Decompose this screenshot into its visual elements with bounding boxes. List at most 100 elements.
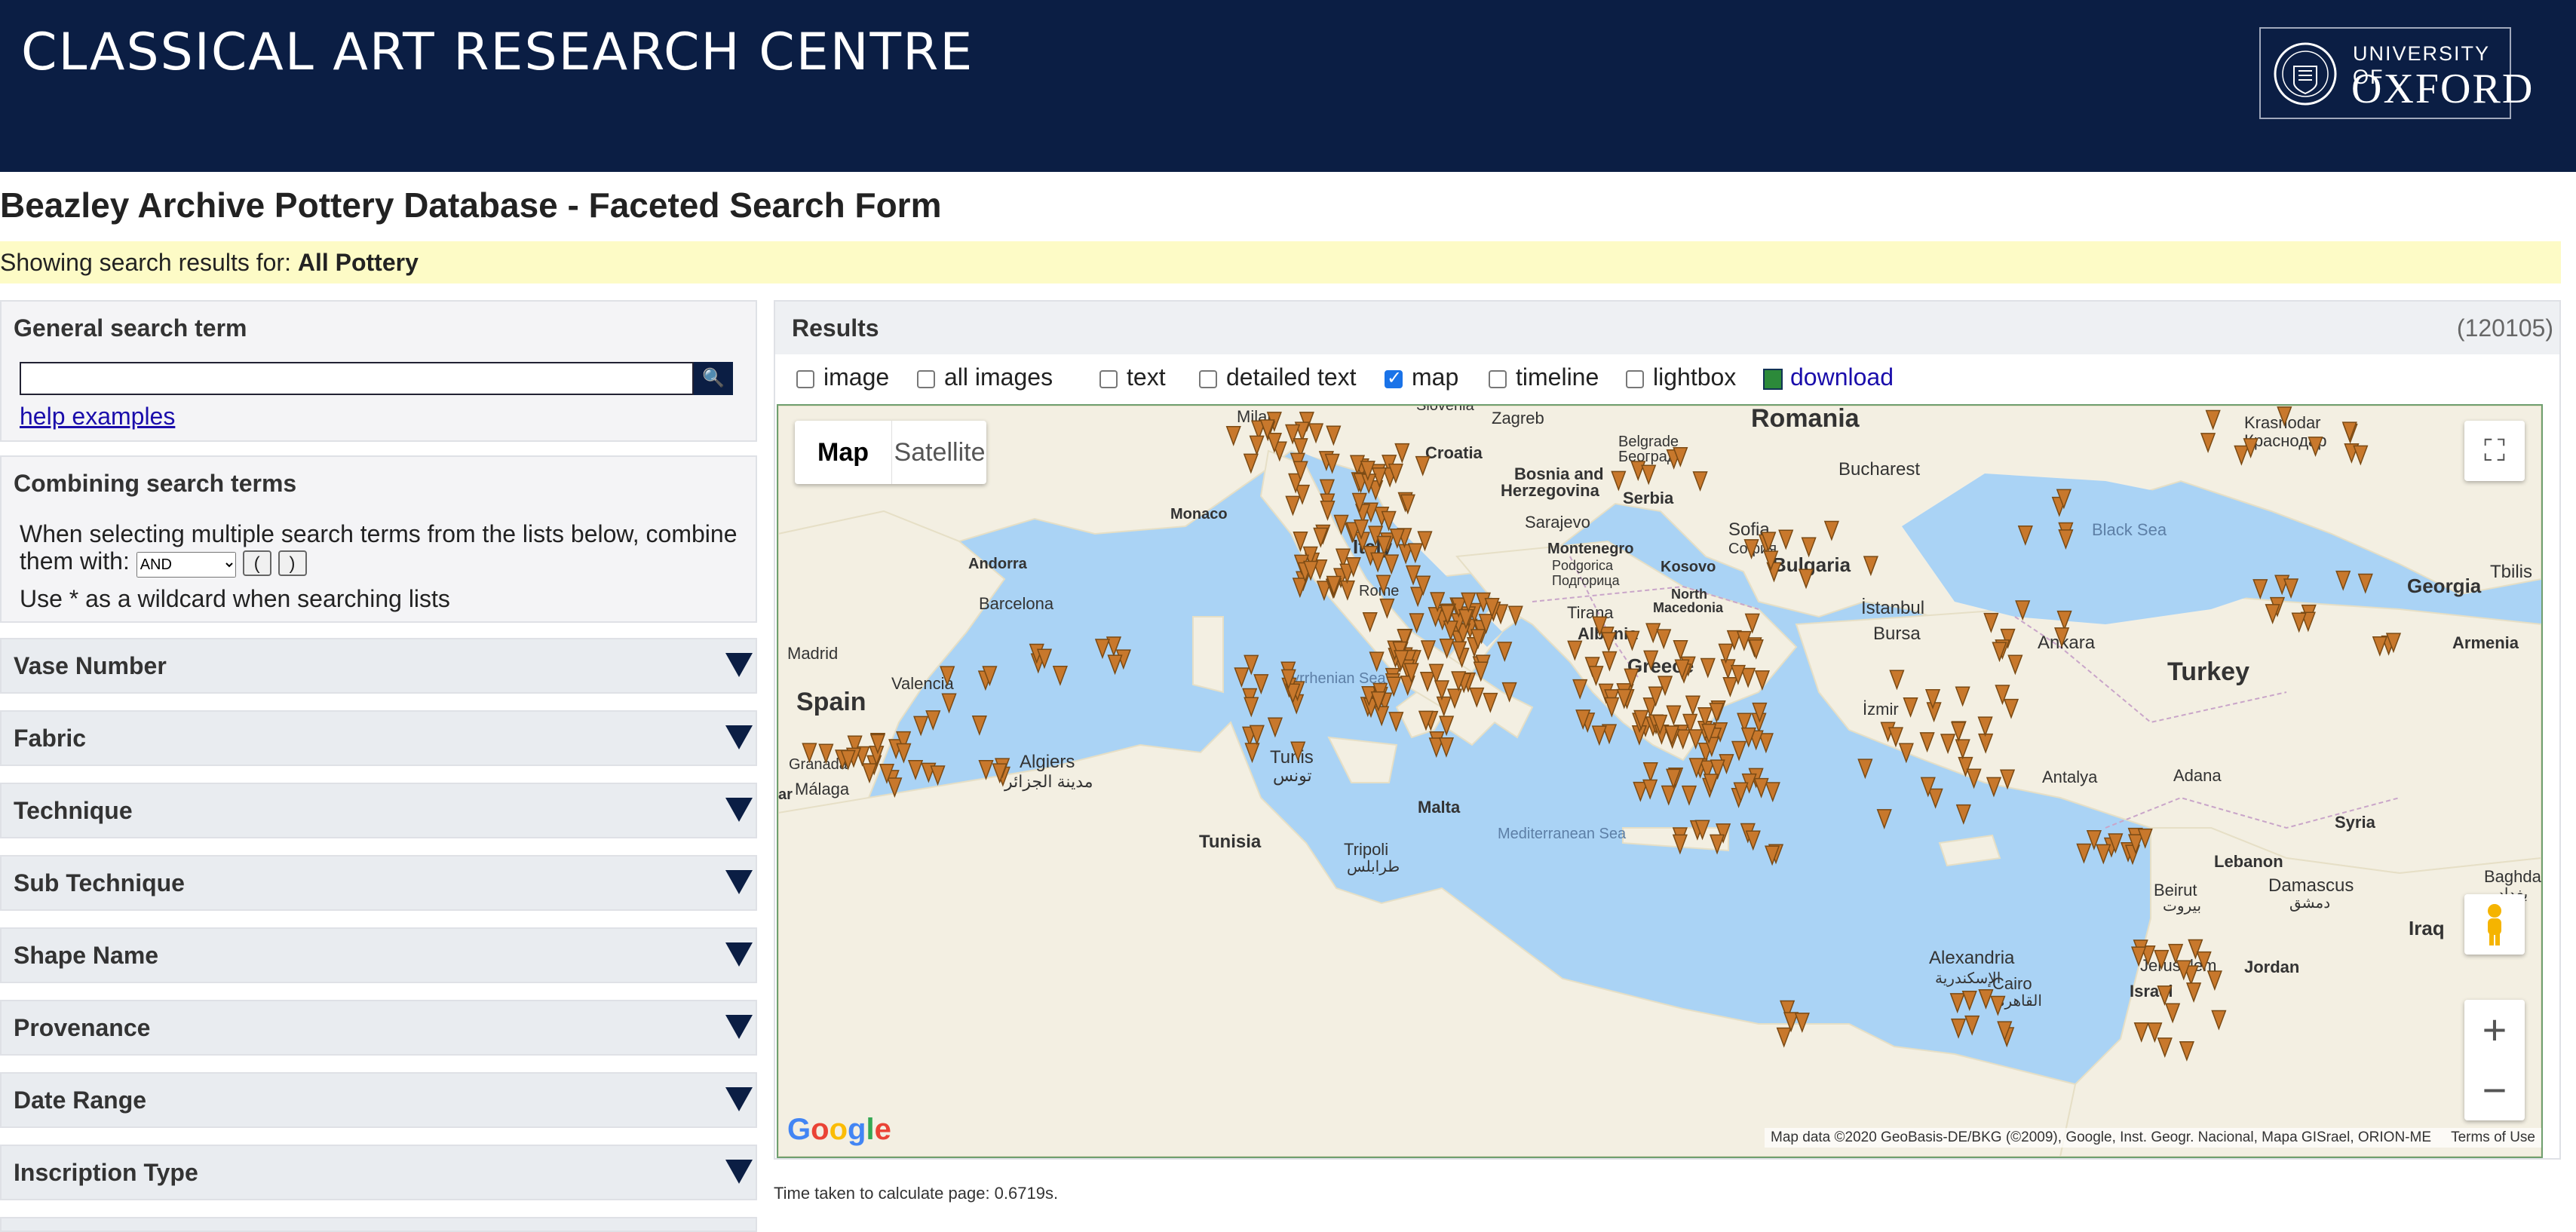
find-marker[interactable] bbox=[2283, 578, 2299, 599]
facet-sub-technique[interactable]: Sub Technique bbox=[0, 855, 757, 911]
find-marker[interactable] bbox=[971, 715, 987, 736]
zoom-out-button[interactable]: − bbox=[2464, 1060, 2525, 1120]
find-marker[interactable] bbox=[1052, 665, 1068, 686]
find-marker[interactable] bbox=[913, 716, 929, 737]
find-marker[interactable] bbox=[1927, 788, 1943, 809]
find-marker[interactable] bbox=[941, 693, 957, 714]
find-marker[interactable] bbox=[1961, 991, 1977, 1011]
find-marker[interactable] bbox=[2357, 573, 2373, 594]
expand-triangle-icon[interactable] bbox=[725, 798, 753, 822]
facet-fabric[interactable]: Fabric bbox=[0, 710, 757, 766]
find-marker[interactable] bbox=[1497, 642, 1513, 662]
find-marker[interactable] bbox=[1978, 988, 1994, 1010]
find-marker[interactable] bbox=[1642, 762, 1658, 783]
find-marker[interactable] bbox=[1244, 697, 1259, 718]
find-marker[interactable] bbox=[1950, 1018, 1967, 1039]
checkbox[interactable] bbox=[1626, 369, 1644, 388]
find-marker[interactable] bbox=[1681, 785, 1697, 806]
find-marker[interactable] bbox=[1765, 782, 1780, 803]
option-label: text bbox=[1127, 363, 1166, 391]
search-input[interactable] bbox=[20, 362, 694, 395]
checkbox[interactable] bbox=[796, 369, 814, 388]
map-type-map-button[interactable]: Map bbox=[795, 421, 891, 484]
find-marker[interactable] bbox=[1374, 706, 1390, 727]
zoom-in-button[interactable]: + bbox=[2464, 1000, 2525, 1060]
find-marker[interactable] bbox=[1384, 554, 1400, 575]
option-image[interactable]: image bbox=[796, 363, 889, 391]
map-type-satellite-button[interactable]: Satellite bbox=[891, 421, 987, 484]
checkbox[interactable] bbox=[1199, 369, 1217, 388]
find-marker[interactable] bbox=[978, 759, 994, 780]
find-marker[interactable] bbox=[1094, 639, 1111, 660]
find-marker[interactable] bbox=[925, 710, 941, 731]
option-all-images[interactable]: all images bbox=[917, 363, 1053, 391]
option-text[interactable]: text bbox=[1099, 363, 1166, 391]
find-marker[interactable] bbox=[896, 743, 912, 764]
find-marker[interactable] bbox=[1591, 725, 1607, 746]
search-button[interactable]: 🔍 bbox=[694, 362, 733, 395]
find-marker[interactable] bbox=[1731, 740, 1747, 762]
expand-triangle-icon[interactable] bbox=[725, 653, 753, 677]
find-marker[interactable] bbox=[1388, 712, 1404, 733]
help-examples-link[interactable]: help examples bbox=[20, 403, 175, 431]
street-view-pegman-icon[interactable] bbox=[2464, 894, 2525, 955]
expand-triangle-icon[interactable] bbox=[725, 1160, 753, 1184]
expand-triangle-icon[interactable] bbox=[725, 1087, 753, 1111]
facet-partial[interactable] bbox=[0, 1217, 757, 1232]
find-marker[interactable] bbox=[1438, 737, 1455, 758]
find-marker[interactable] bbox=[2076, 843, 2092, 864]
facet-date-range[interactable]: Date Range bbox=[0, 1072, 757, 1128]
facet-technique[interactable]: Technique bbox=[0, 783, 757, 838]
oxford-logo[interactable]: UNIVERSITY OF OXFORD bbox=[2259, 27, 2532, 119]
find-marker[interactable] bbox=[1572, 679, 1588, 700]
terms-of-use-link[interactable]: Terms of Use bbox=[2451, 1129, 2535, 1145]
option-map[interactable]: map bbox=[1385, 363, 1458, 391]
option-detailed-text[interactable]: detailed text bbox=[1199, 363, 1357, 391]
map-label-podgorica: Podgorica bbox=[1552, 558, 1614, 573]
find-marker[interactable] bbox=[1753, 777, 1769, 798]
find-marker[interactable] bbox=[930, 765, 946, 786]
close-paren-button[interactable]: ) bbox=[278, 550, 307, 576]
facet-shape-name[interactable]: Shape Name bbox=[0, 927, 757, 983]
expand-triangle-icon[interactable] bbox=[725, 870, 753, 894]
fullscreen-icon[interactable]: ⛶ bbox=[2464, 421, 2525, 481]
checkbox[interactable] bbox=[1489, 369, 1507, 388]
download-link[interactable]: download bbox=[1763, 363, 1894, 391]
find-marker[interactable] bbox=[1267, 717, 1283, 738]
expand-triangle-icon[interactable] bbox=[725, 942, 753, 967]
download-label[interactable]: download bbox=[1790, 363, 1894, 391]
find-marker[interactable] bbox=[1370, 552, 1386, 573]
black-sea bbox=[1902, 473, 2279, 624]
find-marker[interactable] bbox=[1642, 779, 1658, 800]
find-marker[interactable] bbox=[1964, 1015, 1980, 1036]
checkbox-checked[interactable] bbox=[1385, 367, 1403, 389]
find-marker[interactable] bbox=[1955, 804, 1971, 825]
operator-select[interactable]: AND bbox=[136, 552, 236, 578]
expand-triangle-icon[interactable] bbox=[725, 1015, 753, 1039]
results-map[interactable]: Romania Krasnodar Краснодар Zagreb Slovenia C… bbox=[777, 404, 2543, 1158]
find-marker[interactable] bbox=[1244, 743, 1260, 764]
notice-value: All Pottery bbox=[297, 249, 419, 276]
checkbox[interactable] bbox=[1099, 369, 1118, 388]
facet-vase-number[interactable]: Vase Number bbox=[0, 638, 757, 694]
facet-provenance[interactable]: Provenance bbox=[0, 1000, 757, 1056]
find-marker[interactable] bbox=[2096, 844, 2111, 865]
find-marker[interactable] bbox=[1949, 993, 1965, 1014]
find-marker[interactable] bbox=[2335, 570, 2351, 591]
find-marker[interactable] bbox=[1986, 777, 2002, 798]
find-marker[interactable] bbox=[907, 759, 924, 780]
find-marker[interactable] bbox=[1857, 759, 1873, 780]
find-marker[interactable] bbox=[1107, 654, 1123, 676]
option-timeline[interactable]: timeline bbox=[1489, 363, 1599, 391]
find-marker[interactable] bbox=[1876, 809, 1892, 830]
map-label-damascus: Damascus bbox=[2268, 875, 2354, 896]
expand-triangle-icon[interactable] bbox=[725, 725, 753, 749]
option-lightbox[interactable]: lightbox bbox=[1626, 363, 1736, 391]
find-marker[interactable] bbox=[1234, 667, 1250, 688]
map-canvas[interactable]: Romania KrasnodarКраснодарZagrebSloveniaC… bbox=[778, 406, 2541, 1157]
site-title[interactable]: CLASSICAL ART RESEARCH CENTRE bbox=[21, 23, 974, 82]
checkbox[interactable] bbox=[917, 369, 935, 388]
open-paren-button[interactable]: ( bbox=[242, 550, 271, 576]
facet-inscription-type[interactable]: Inscription Type bbox=[0, 1145, 757, 1200]
find-marker[interactable] bbox=[1369, 651, 1385, 673]
